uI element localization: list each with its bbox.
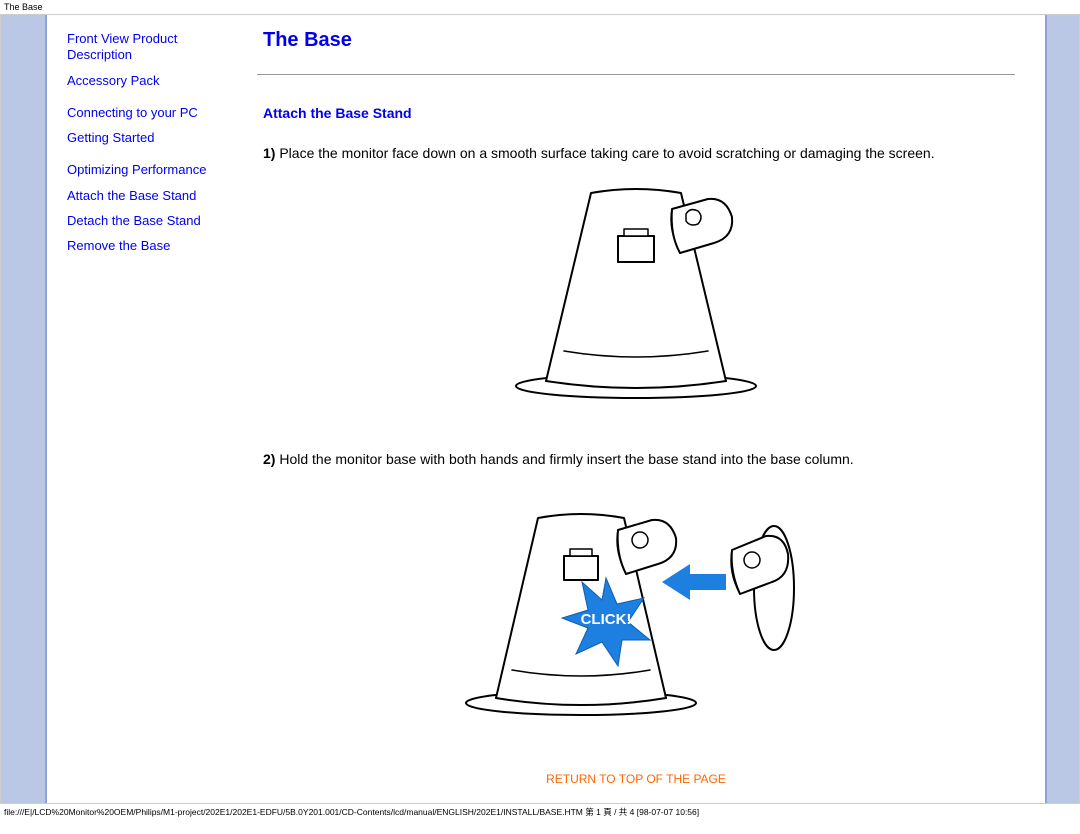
nav-remove-the-base[interactable]: Remove the Base [67, 238, 233, 254]
nav-front-view-product-description[interactable]: Front View Product Description [67, 31, 233, 64]
step-1-text: Place the monitor face down on a smooth … [275, 145, 934, 161]
nav-attach-the-base-stand[interactable]: Attach the Base Stand [67, 188, 233, 204]
main-content: The Base Attach the Base Stand 1) Place … [247, 15, 1045, 803]
nav-accessory-pack[interactable]: Accessory Pack [67, 73, 233, 89]
step-2: 2) Hold the monitor base with both hands… [263, 449, 1009, 469]
right-decor-bar [1045, 15, 1079, 803]
page-title: The Base [263, 29, 1015, 52]
nav-connecting-to-your-pc[interactable]: Connecting to your PC [67, 105, 233, 121]
nav-optimizing-performance[interactable]: Optimizing Performance [67, 162, 233, 178]
sidebar-nav: Front View Product Description Accessory… [47, 15, 247, 803]
step-2-number: 2) [263, 451, 275, 467]
page: Front View Product Description Accessory… [0, 14, 1080, 804]
nav-group-1: Front View Product Description Accessory… [67, 31, 233, 89]
section-attach-title: Attach the Base Stand [263, 105, 1015, 121]
left-decor-bar [1, 15, 47, 803]
return-to-top-wrap: RETURN TO TOP OF THE PAGE [257, 771, 1015, 786]
step-1-number: 1) [263, 145, 275, 161]
figure-2-insert-base-stand: CLICK! [257, 488, 1015, 731]
click-badge-text: CLICK! [581, 611, 632, 628]
nav-getting-started[interactable]: Getting Started [67, 130, 233, 146]
figure-1-monitor-face-down [257, 181, 1015, 409]
footer-file-path: file:///E|/LCD%20Monitor%20OEM/Philips/M… [0, 804, 1080, 820]
step-1: 1) Place the monitor face down on a smoo… [263, 143, 1009, 163]
return-to-top-link[interactable]: RETURN TO TOP OF THE PAGE [546, 772, 726, 786]
nav-detach-the-base-stand[interactable]: Detach the Base Stand [67, 213, 233, 229]
nav-group-2: Connecting to your PC Getting Started [67, 105, 233, 147]
window-title: The Base [0, 0, 1080, 14]
figure-2-svg: CLICK! [446, 488, 826, 728]
divider [257, 74, 1015, 75]
nav-group-3: Optimizing Performance Attach the Base S… [67, 162, 233, 254]
figure-1-svg [486, 181, 786, 406]
step-2-text: Hold the monitor base with both hands an… [275, 451, 853, 467]
